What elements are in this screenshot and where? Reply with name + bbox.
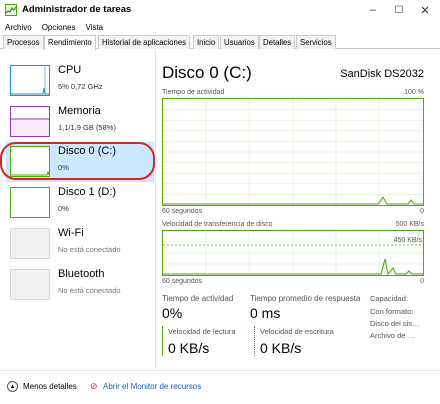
sidebar-item-label: Memoria: [58, 105, 101, 117]
activity-graph-min: 0: [420, 208, 424, 215]
minimize-button[interactable]: –: [360, 0, 386, 20]
read-speed-bar: [162, 326, 163, 356]
maximize-button[interactable]: ☐: [386, 0, 412, 20]
panel-divider: [155, 50, 156, 368]
cpu-thumbnail: [10, 65, 50, 96]
task-manager-icon: [5, 4, 17, 16]
read-speed-value: 0 KB/s: [168, 340, 210, 356]
close-button[interactable]: ✕: [412, 0, 438, 20]
prop-formatted: Con formato:: [370, 307, 414, 316]
highlight-annotation: [0, 142, 155, 180]
window-title: Administrador de tareas: [22, 4, 132, 15]
transfer-graph: [162, 230, 424, 276]
less-details-link[interactable]: Menos detalles: [23, 382, 77, 391]
disk1-thumbnail: [10, 187, 50, 218]
wifi-thumbnail: [10, 228, 50, 259]
transfer-graph-label: Velocidad de transferencia de disco: [162, 221, 273, 228]
tab-procesos[interactable]: Procesos: [3, 35, 44, 49]
device-name: SanDisk DS2032: [340, 68, 424, 80]
resource-monitor-icon: ⊘: [90, 381, 98, 391]
title-bar: Administrador de tareas – ☐ ✕: [0, 0, 440, 20]
activity-graph: [162, 98, 424, 206]
transfer-graph-mark: 450 KB/s: [393, 237, 422, 244]
menu-bar: Archivo Opciones Vista: [0, 20, 440, 34]
activity-graph-time: 60 segundos: [162, 208, 203, 215]
transfer-graph-min: 0: [420, 278, 424, 285]
sidebar-item-label: Bluetooth: [58, 268, 105, 280]
response-stat-label: Tiempo promedio de respuesta: [250, 294, 361, 303]
activity-stat-value: 0%: [162, 305, 183, 321]
write-speed-value: 0 KB/s: [260, 340, 302, 356]
sidebar-item-label: Disco 1 (D:): [58, 186, 117, 198]
activity-graph-label: Tiempo de actividad: [162, 89, 225, 96]
menu-vista[interactable]: Vista: [85, 23, 103, 32]
sidebar-item-memory[interactable]: Memoria 1,1/1,9 GB (58%): [6, 102, 154, 142]
tab-servicios[interactable]: Servicios: [296, 35, 336, 49]
transfer-graph-time: 60 segundos: [162, 278, 203, 285]
prop-page-file: Archivo de …: [370, 331, 416, 340]
prop-capacity: Capacidad:: [370, 294, 408, 303]
memory-thumbnail: [10, 106, 50, 137]
sidebar-item-cpu[interactable]: CPU 5% 0,72 GHz: [6, 61, 154, 101]
sidebar-item-value: 1,1/1,9 GB (58%): [58, 123, 116, 132]
sidebar-item-value: No está conectado: [58, 286, 121, 295]
sidebar-item-label: Wi-Fi: [58, 227, 84, 239]
tab-historial[interactable]: Historial de aplicaciones: [98, 35, 191, 49]
bluetooth-thumbnail: [10, 269, 50, 300]
sidebar-item-label: CPU: [58, 64, 82, 76]
sidebar-item-value: No está conectado: [58, 245, 121, 254]
chevron-up-icon[interactable]: ▲: [7, 381, 18, 392]
transfer-graph-max: 500 KB/s: [395, 221, 424, 228]
menu-archivo[interactable]: Archivo: [5, 23, 32, 32]
resource-monitor-link[interactable]: Abrir el Monitor de recursos: [103, 382, 201, 391]
read-speed-label: Velocidad de lectura: [168, 327, 236, 336]
tab-bar: Procesos Rendimiento Historial de aplica…: [0, 35, 440, 50]
resource-sidebar: CPU 5% 0,72 GHz Memoria 1,1/1,9 GB (58%)…: [0, 50, 155, 368]
write-speed-bar: [254, 326, 255, 356]
response-stat-value: 0 ms: [250, 305, 281, 321]
footer-bar: ▲ Menos detalles ⊘ Abrir el Monitor de r…: [0, 370, 440, 404]
tab-inicio[interactable]: Inicio: [193, 35, 220, 49]
sidebar-item-wifi[interactable]: Wi-Fi No está conectado: [6, 224, 154, 264]
write-speed-label: Velocidad de escritura: [260, 327, 334, 336]
sidebar-item-value: 0%: [58, 204, 69, 213]
menu-opciones[interactable]: Opciones: [42, 23, 76, 32]
activity-stat-label: Tiempo de actividad: [162, 294, 234, 303]
sidebar-item-value: 5% 0,72 GHz: [58, 82, 103, 91]
tab-rendimiento[interactable]: Rendimiento: [44, 35, 96, 50]
tab-usuarios[interactable]: Usuarios: [220, 35, 259, 49]
sidebar-item-disk1[interactable]: Disco 1 (D:) 0%: [6, 183, 154, 223]
prop-system-disk: Disco del sis…: [370, 319, 420, 328]
activity-graph-max: 100 %: [404, 89, 424, 96]
tab-detalles[interactable]: Detalles: [259, 35, 296, 49]
page-title: Disco 0 (C:): [162, 63, 252, 82]
sidebar-item-bluetooth[interactable]: Bluetooth No está conectado: [6, 265, 154, 305]
